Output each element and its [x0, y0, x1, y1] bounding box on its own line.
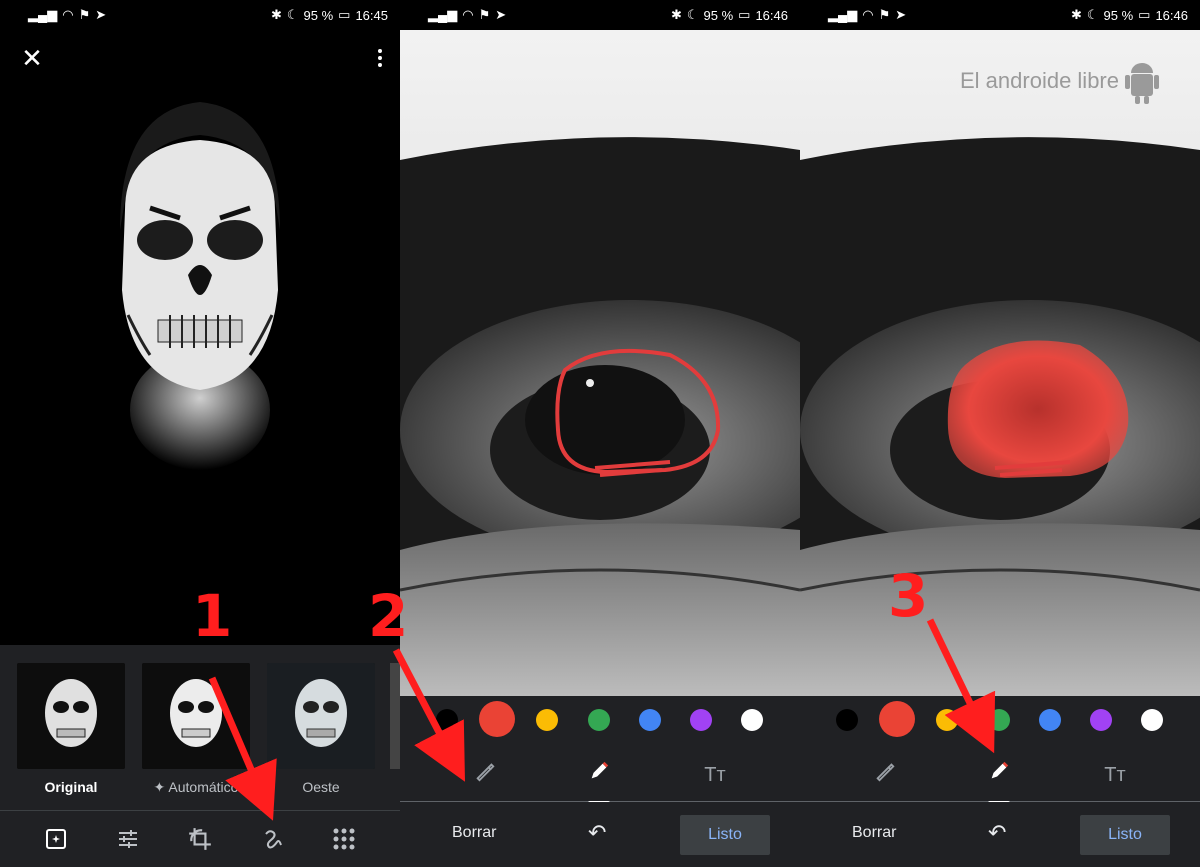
annotation-arrows	[208, 618, 996, 821]
step-number-3: 3	[888, 562, 929, 630]
arrow-step-2	[392, 648, 465, 782]
step-number-1: 1	[192, 582, 233, 650]
arrow-step-1	[208, 676, 277, 821]
arrow-step-3	[926, 618, 996, 754]
step-number-2: 2	[368, 582, 409, 650]
